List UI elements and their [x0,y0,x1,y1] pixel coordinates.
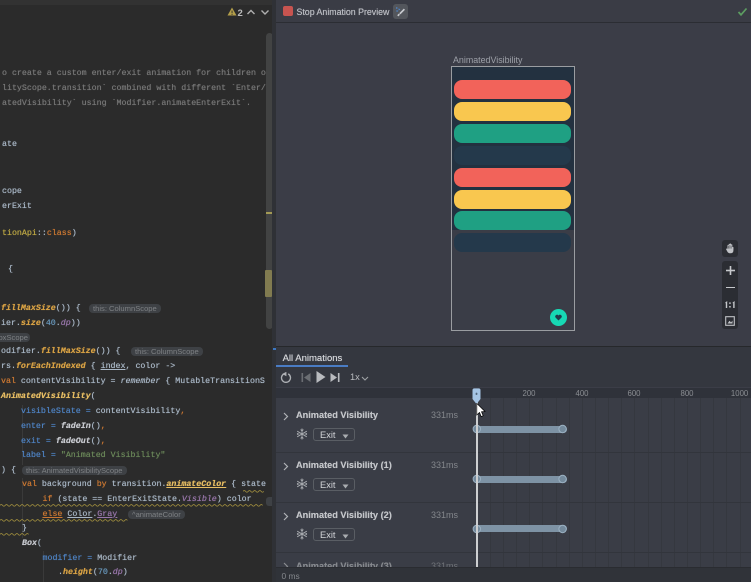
svg-text:2: 2 [238,8,243,18]
